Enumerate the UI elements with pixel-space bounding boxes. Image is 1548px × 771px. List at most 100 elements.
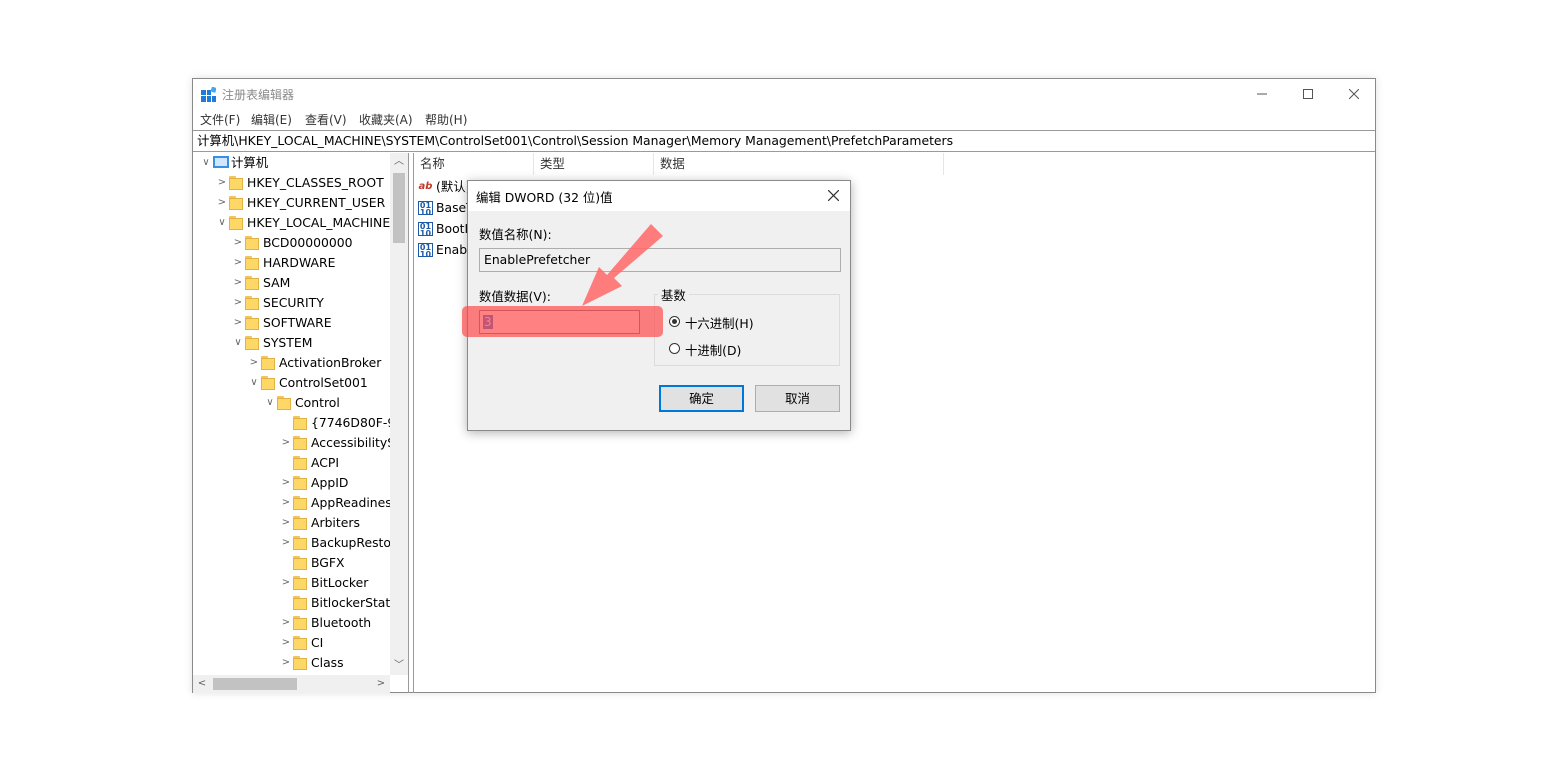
tree-item[interactable]: > AppReadiness	[193, 493, 398, 513]
tree-horizontal-scrollbar[interactable]: < >	[193, 675, 390, 693]
chevron-down-icon[interactable]: ∨	[249, 373, 259, 393]
chevron-right-icon[interactable]: >	[281, 573, 291, 593]
radio-unchecked-icon	[669, 343, 680, 354]
tree-item-label: SYSTEM	[263, 335, 313, 350]
menu-file[interactable]: 文件(F)	[200, 111, 240, 128]
folder-icon	[261, 356, 275, 370]
folder-icon	[293, 656, 307, 670]
address-bar[interactable]: 计算机\HKEY_LOCAL_MACHINE\SYSTEM\ControlSet…	[193, 130, 1375, 152]
chevron-right-icon[interactable]: >	[233, 233, 243, 253]
tree-item[interactable]: BitlockerStatus	[193, 593, 405, 613]
tree-item[interactable]: > Arbiters	[193, 513, 390, 533]
radio-decimal[interactable]: 十进制(D)	[669, 341, 789, 358]
tree-item-label: HKEY_LOCAL_MACHINE	[247, 215, 391, 230]
tree-hscroll-thumb[interactable]	[213, 678, 297, 690]
chevron-right-icon[interactable]: >	[233, 313, 243, 333]
dialog-title: 编辑 DWORD (32 位)值	[476, 190, 613, 205]
menu-favorites[interactable]: 收藏夹(A)	[359, 111, 413, 128]
tree-item-label: Arbiters	[311, 515, 360, 530]
tree-item[interactable]: ∨ HKEY_LOCAL_MACHINE	[193, 213, 390, 233]
menu-view[interactable]: 查看(V)	[305, 111, 347, 128]
tree-item-label: 计算机	[231, 155, 269, 170]
tree-item[interactable]: > ActivationBroker	[193, 353, 390, 373]
tree-item[interactable]: > AppID	[193, 473, 390, 493]
folder-icon	[293, 596, 307, 610]
value-name-label: 数值名称(N):	[479, 227, 552, 242]
radio-checked-icon	[669, 316, 680, 327]
minimize-button[interactable]	[1239, 79, 1285, 109]
chevron-right-icon[interactable]: >	[281, 513, 291, 533]
tree-item-computer[interactable]: ∨ 计算机	[193, 153, 390, 173]
column-header-type[interactable]: 类型	[534, 153, 654, 175]
tree-item[interactable]: > SOFTWARE	[193, 313, 390, 333]
menu-bar: 文件(F) 编辑(E) 查看(V) 收藏夹(A) 帮助(H)	[193, 109, 1375, 129]
tree-item-label: ACPI	[311, 455, 340, 470]
title-bar[interactable]: 注册表编辑器	[193, 79, 1375, 109]
tree-item[interactable]: > Bluetooth	[193, 613, 390, 633]
chevron-down-icon[interactable]: ∨	[233, 333, 243, 353]
tree-item[interactable]: > BitLocker	[193, 573, 390, 593]
close-icon	[1349, 89, 1359, 99]
tree-item[interactable]: ∨ ControlSet001	[193, 373, 390, 393]
chevron-right-icon[interactable]: >	[217, 173, 227, 193]
tree-item-label: Control	[295, 395, 340, 410]
column-header-name[interactable]: 名称	[414, 153, 534, 175]
tree-item[interactable]: {7746D80F-97E0-4E26-9543-26B41FC22F79}	[193, 413, 408, 433]
tree-item[interactable]: > SAM	[193, 273, 390, 293]
chevron-right-icon[interactable]: >	[281, 433, 291, 453]
radio-hexadecimal[interactable]: 十六进制(H)	[669, 314, 789, 331]
menu-help[interactable]: 帮助(H)	[425, 111, 467, 128]
tree-item[interactable]: > HKEY_CURRENT_USER	[193, 193, 390, 213]
ok-button[interactable]: 确定	[659, 385, 744, 412]
chevron-down-icon[interactable]: ∨	[217, 213, 227, 233]
chevron-right-icon[interactable]: >	[233, 273, 243, 293]
scroll-left-arrow-icon[interactable]: <	[193, 675, 211, 693]
tree-item[interactable]: > SECURITY	[193, 293, 390, 313]
tree-item[interactable]: > CI	[193, 633, 390, 653]
tree-item[interactable]: > HKEY_CLASSES_ROOT	[193, 173, 390, 193]
dialog-title-bar[interactable]: 编辑 DWORD (32 位)值	[468, 181, 850, 211]
scroll-down-arrow-icon[interactable]: ﹀	[390, 657, 408, 675]
chevron-right-icon[interactable]: >	[281, 653, 291, 673]
chevron-right-icon[interactable]: >	[281, 493, 291, 513]
column-header-data[interactable]: 数据	[654, 153, 944, 175]
tree-scroll-thumb[interactable]	[393, 173, 405, 243]
chevron-right-icon[interactable]: >	[281, 613, 291, 633]
tree-item[interactable]: > BCD00000000	[193, 233, 390, 253]
tree-item[interactable]: > BackupRestore	[193, 533, 403, 553]
scroll-right-arrow-icon[interactable]: >	[372, 675, 390, 693]
tree-item[interactable]: ACPI	[193, 453, 390, 473]
chevron-right-icon[interactable]: >	[281, 473, 291, 493]
maximize-button[interactable]	[1285, 79, 1331, 109]
chevron-right-icon[interactable]: >	[233, 253, 243, 273]
tree-item[interactable]: BGFX	[193, 553, 390, 573]
close-button[interactable]	[1331, 79, 1377, 109]
tree-item-label: BitLocker	[311, 575, 369, 590]
chevron-right-icon[interactable]: >	[233, 293, 243, 313]
chevron-down-icon[interactable]: ∨	[201, 153, 211, 173]
tree-vertical-scrollbar[interactable]: ︿ ﹀	[390, 153, 408, 675]
cancel-button[interactable]: 取消	[755, 385, 840, 412]
tree-item[interactable]: > Class	[193, 653, 390, 673]
chevron-right-icon[interactable]: >	[281, 533, 291, 553]
dialog-close-button[interactable]	[816, 181, 850, 211]
folder-icon	[229, 176, 243, 190]
tree-item[interactable]: ∨ SYSTEM	[193, 333, 390, 353]
chevron-right-icon[interactable]: >	[249, 353, 259, 373]
tree-item[interactable]: >AccessibilitySettings	[193, 433, 408, 453]
tree-item[interactable]: > HARDWARE	[193, 253, 390, 273]
folder-icon	[293, 436, 307, 450]
folder-icon	[293, 476, 307, 490]
chevron-right-icon[interactable]: >	[217, 193, 227, 213]
registry-tree: ∨ 计算机 > HKEY_CLASSES_ROOT > HKEY_CURRENT_USER…	[193, 153, 409, 693]
tree-item-label: BGFX	[311, 555, 345, 570]
menu-edit[interactable]: 编辑(E)	[251, 111, 292, 128]
folder-icon	[293, 636, 307, 650]
tree-item-label: ControlSet001	[279, 375, 368, 390]
scroll-up-arrow-icon[interactable]: ︿	[390, 153, 408, 171]
tree-item[interactable]: ∨ Control	[193, 393, 390, 413]
folder-icon	[293, 416, 307, 430]
tree-item-label: HKEY_CLASSES_ROOT	[247, 175, 384, 190]
chevron-down-icon[interactable]: ∨	[265, 393, 275, 413]
chevron-right-icon[interactable]: >	[281, 633, 291, 653]
